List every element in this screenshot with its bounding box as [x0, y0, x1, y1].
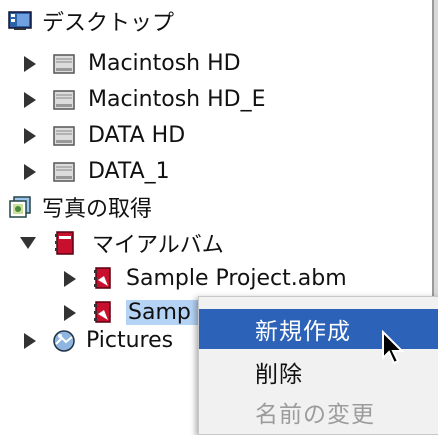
- tree-item-macintosh-hd[interactable]: Macintosh HD: [24, 47, 241, 80]
- tree-item-data-1[interactable]: DATA_1: [24, 155, 170, 188]
- tree-item-sample-project[interactable]: Sample Project.abm: [64, 262, 347, 295]
- mouse-pointer-icon: [380, 329, 408, 372]
- hard-drive-icon: [52, 160, 76, 184]
- menu-item-label: 新規作成: [255, 319, 351, 345]
- tree-item-label: Macintosh HD_E: [88, 87, 266, 112]
- disclosure-triangle-open-icon[interactable]: [20, 236, 36, 249]
- album-icon: [54, 230, 76, 256]
- pictures-folder-icon: [52, 329, 76, 353]
- disclosure-triangle-icon[interactable]: [24, 127, 36, 144]
- tree-item-label: Macintosh HD: [88, 51, 241, 76]
- hard-drive-icon: [52, 124, 76, 148]
- tree-item-macintosh-hd-e[interactable]: Macintosh HD_E: [24, 83, 265, 116]
- tree-item-photo-import[interactable]: 写真の取得: [8, 190, 152, 223]
- desktop-icon: [8, 10, 32, 31]
- disclosure-triangle-icon[interactable]: [64, 304, 76, 321]
- tree-item-label: デスクトップ: [42, 10, 175, 36]
- tree-item-label: マイアルバム: [92, 232, 224, 258]
- tree-item-my-album[interactable]: マイアルバム: [20, 226, 224, 259]
- tree-item-desktop[interactable]: デスクトップ: [8, 4, 174, 37]
- album-file-icon: [92, 266, 114, 292]
- disclosure-triangle-icon[interactable]: [24, 163, 36, 180]
- tree-item-label: 写真の取得: [42, 196, 153, 222]
- hard-drive-icon: [52, 52, 76, 76]
- disclosure-triangle-icon[interactable]: [24, 91, 36, 108]
- disclosure-triangle-icon[interactable]: [24, 55, 36, 72]
- disclosure-triangle-icon[interactable]: [24, 332, 36, 349]
- album-file-icon: [92, 300, 114, 326]
- hard-drive-icon: [52, 88, 76, 112]
- tree-item-label: DATA_1: [88, 159, 170, 184]
- menu-item-rename: 名前の変更: [199, 392, 438, 432]
- tree-item-pictures[interactable]: Pictures: [24, 324, 173, 357]
- tree-item-label: Pictures: [86, 328, 174, 353]
- menu-item-label: 削除: [255, 362, 303, 388]
- camera-import-icon: [8, 195, 32, 219]
- menu-item-label: 名前の変更: [255, 402, 375, 428]
- disclosure-triangle-icon[interactable]: [64, 270, 76, 287]
- tree-item-label: DATA HD: [88, 123, 186, 148]
- tree-item-label: Sample Project.abm: [126, 266, 347, 291]
- tree-item-data-hd[interactable]: DATA HD: [24, 119, 185, 152]
